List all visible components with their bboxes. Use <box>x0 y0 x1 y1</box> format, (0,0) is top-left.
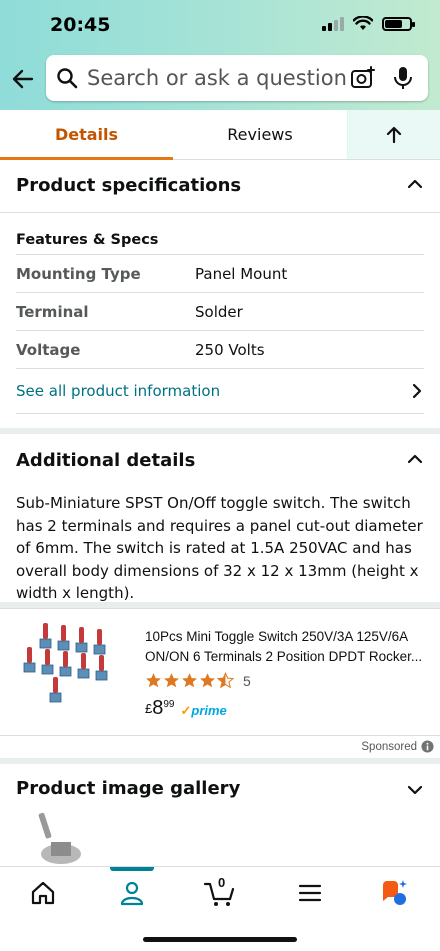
spec-label: Terminal <box>16 302 89 321</box>
star-icon <box>200 673 215 688</box>
see-all-product-info-link[interactable]: See all product information <box>16 368 424 414</box>
search-placeholder: Search or ask a question <box>87 66 347 90</box>
features-specs-heading: Features & Specs <box>16 232 159 248</box>
search-input[interactable]: Search or ask a question <box>46 55 428 101</box>
prime-badge: ✓prime <box>180 703 227 718</box>
prime-check-icon: ✓ <box>180 703 192 718</box>
battery-icon <box>382 16 415 31</box>
chevron-down-icon[interactable] <box>406 781 424 799</box>
header: 20:45 Search or ask a question <box>0 0 440 110</box>
home-icon[interactable] <box>29 879 57 907</box>
info-icon <box>421 740 434 753</box>
rufus-ai-icon[interactable] <box>380 879 408 907</box>
section-divider <box>0 758 440 764</box>
status-time: 20:45 <box>50 14 111 36</box>
star-icon <box>146 673 161 688</box>
additional-details-title[interactable]: Additional details <box>16 450 195 471</box>
spec-value: Panel Mount <box>195 264 288 283</box>
gallery-thumbnail[interactable] <box>36 812 86 867</box>
tab-reviews[interactable]: Reviews <box>173 110 347 159</box>
search-icon <box>57 68 78 89</box>
chevron-up-icon[interactable] <box>406 450 424 468</box>
wifi-icon <box>353 16 373 30</box>
chevron-right-icon <box>412 383 422 399</box>
rating-count: 5 <box>243 672 251 689</box>
spec-label: Voltage <box>16 340 81 359</box>
price-whole: 8 <box>152 697 164 719</box>
active-tab-indicator <box>110 867 154 871</box>
mic-icon[interactable] <box>392 65 414 91</box>
divider <box>0 212 440 213</box>
price: £ 8 99 ✓prime <box>145 697 227 720</box>
arrow-left-icon[interactable] <box>10 66 36 92</box>
star-half-icon <box>217 672 234 689</box>
spec-value: Solder <box>195 302 243 321</box>
ad-product-title[interactable]: 10Pcs Mini Toggle Switch 250V/3A 125V/6A… <box>145 627 430 667</box>
home-indicator <box>143 937 297 942</box>
chevron-up-icon[interactable] <box>406 175 424 193</box>
camera-icon[interactable] <box>350 65 376 91</box>
price-fraction: 99 <box>163 699 175 710</box>
scroll-top-button[interactable] <box>347 110 440 159</box>
cart-button[interactable]: 0 <box>203 875 237 907</box>
specs-title[interactable]: Product specifications <box>16 175 241 196</box>
tab-bar: Details Reviews <box>0 110 440 160</box>
section-divider <box>0 428 440 434</box>
spec-value: 250 Volts <box>195 340 265 359</box>
spec-row: Terminal Solder <box>16 292 424 330</box>
tab-details[interactable]: Details <box>0 110 173 160</box>
star-rating: 5 <box>145 672 251 689</box>
cart-count: 0 <box>218 875 226 890</box>
star-icon <box>182 673 197 688</box>
sponsored-product-card[interactable]: 10Pcs Mini Toggle Switch 250V/3A 125V/6A… <box>0 608 440 736</box>
see-all-label: See all product information <box>16 382 221 400</box>
star-icon <box>164 673 179 688</box>
additional-details-text: Sub-Miniature SPST On/Off toggle switch.… <box>16 494 423 602</box>
status-icons <box>322 16 415 31</box>
menu-icon[interactable] <box>296 879 324 907</box>
account-icon[interactable] <box>118 879 146 907</box>
arrow-up-icon <box>386 126 402 143</box>
signal-icon <box>322 16 344 31</box>
product-image <box>23 623 108 703</box>
gallery-title[interactable]: Product image gallery <box>16 778 240 799</box>
sponsored-label[interactable]: Sponsored <box>361 740 434 753</box>
price-currency: £ <box>145 701 153 716</box>
spec-label: Mounting Type <box>16 264 141 283</box>
spec-row: Voltage 250 Volts <box>16 330 424 368</box>
spec-row: Mounting Type Panel Mount <box>16 254 424 292</box>
